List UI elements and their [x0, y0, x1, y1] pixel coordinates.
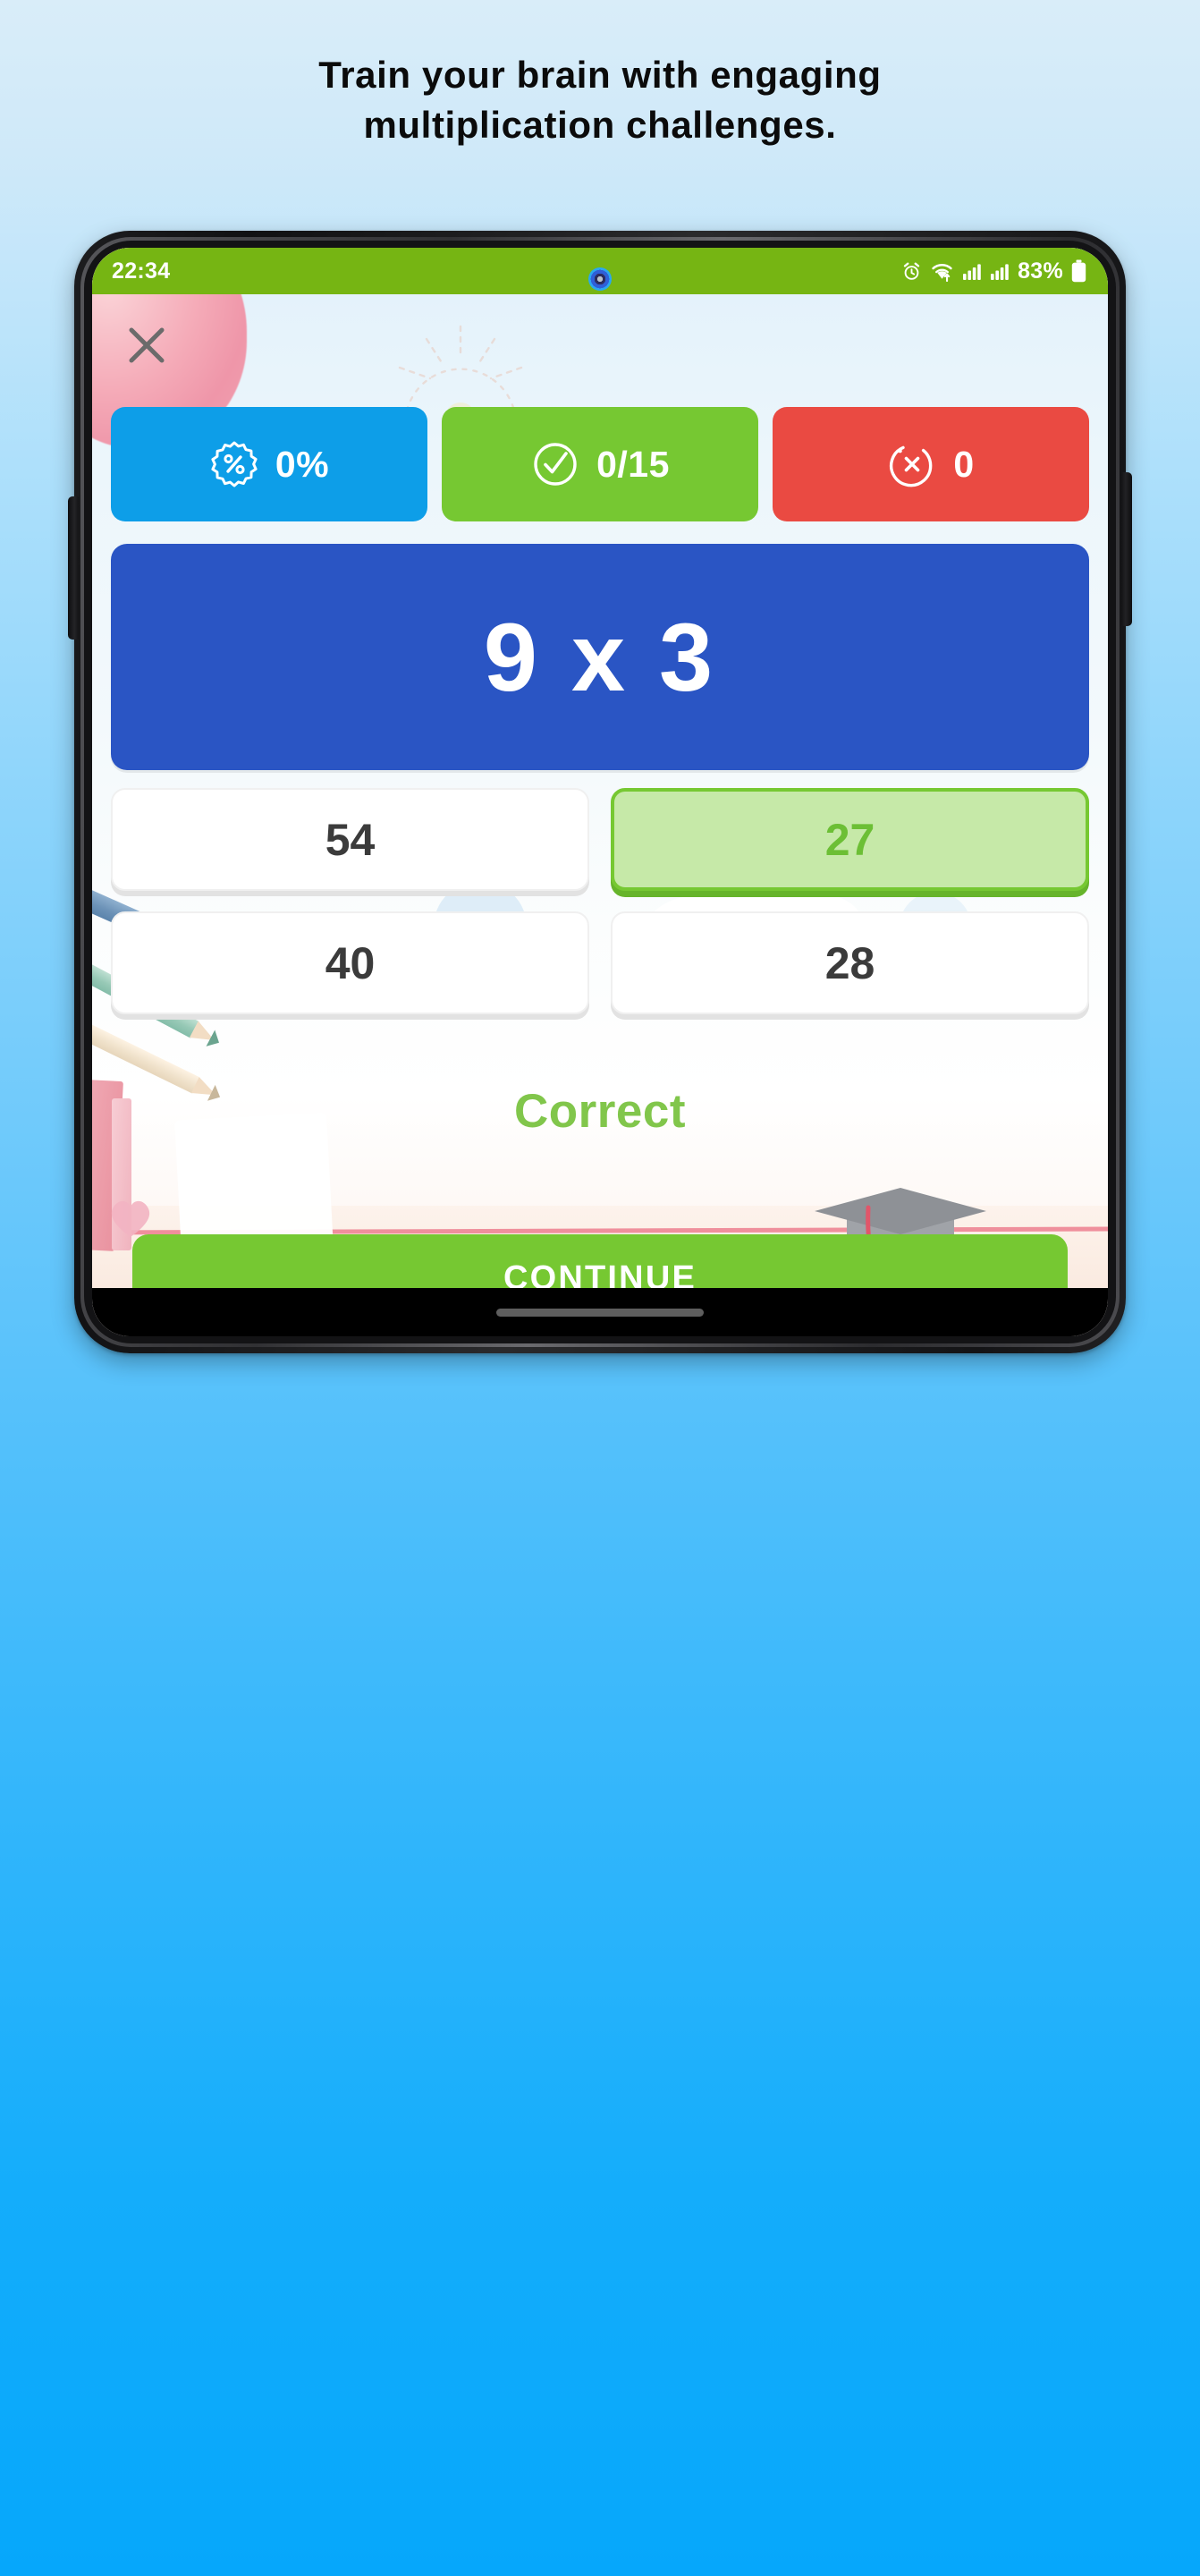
check-circle-icon [534, 443, 577, 486]
navigation-bar [92, 1288, 1108, 1336]
status-bar-icons: 83% [901, 258, 1086, 284]
quiz-screen: 0% 0/15 0 9 x 3 54 27 40 28 Correct CONT… [92, 248, 1108, 1336]
signal-icon-2 [991, 264, 1009, 280]
status-bar-time: 22:34 [112, 258, 171, 284]
stat-card-incorrect: 0 [773, 407, 1089, 521]
phone-screen: 22:34 83% 0% 0/15 0 9 x 3 54 27 40 28 Co… [92, 248, 1108, 1336]
stat-value-correct: 0/15 [596, 443, 670, 485]
answer-options: 54 27 40 28 [111, 788, 1089, 1014]
close-icon [129, 327, 165, 363]
stat-value-incorrect: 0 [953, 443, 975, 485]
stat-value-accuracy: 0% [275, 443, 330, 485]
answer-option-1[interactable]: 54 [111, 788, 589, 891]
stat-card-accuracy: 0% [111, 407, 427, 521]
battery-percent-label: 83% [1018, 258, 1063, 284]
answer-option-2[interactable]: 27 [611, 788, 1089, 891]
volume-button[interactable] [68, 496, 79, 640]
battery-icon [1071, 259, 1086, 283]
signal-icon [963, 264, 981, 280]
page-title: Train your brain with engaging multiplic… [0, 50, 1200, 150]
answer-option-3[interactable]: 40 [111, 911, 589, 1014]
close-button[interactable] [119, 318, 174, 373]
front-camera-icon [588, 267, 612, 291]
answer-option-4[interactable]: 28 [611, 911, 1089, 1014]
page-title-line-1: Train your brain with engaging [318, 54, 882, 96]
wifi-icon [932, 263, 952, 282]
question-card: 9 x 3 [111, 544, 1089, 770]
question-text: 9 x 3 [483, 603, 717, 711]
x-circle-icon [890, 445, 933, 487]
feedback-text: Correct [513, 1085, 686, 1138]
stat-card-correct: 0/15 [442, 407, 758, 521]
percent-badge-icon [211, 441, 258, 487]
power-button[interactable] [1121, 472, 1132, 626]
page-title-line-2: multiplication challenges. [363, 103, 837, 146]
stats-row: 0% 0/15 0 [111, 407, 1089, 521]
phone-mockup: 22:34 83% 0% 0/15 0 9 x 3 54 27 40 28 Co… [68, 231, 1132, 1353]
alarm-icon [903, 262, 920, 280]
gesture-handle[interactable] [496, 1308, 704, 1317]
